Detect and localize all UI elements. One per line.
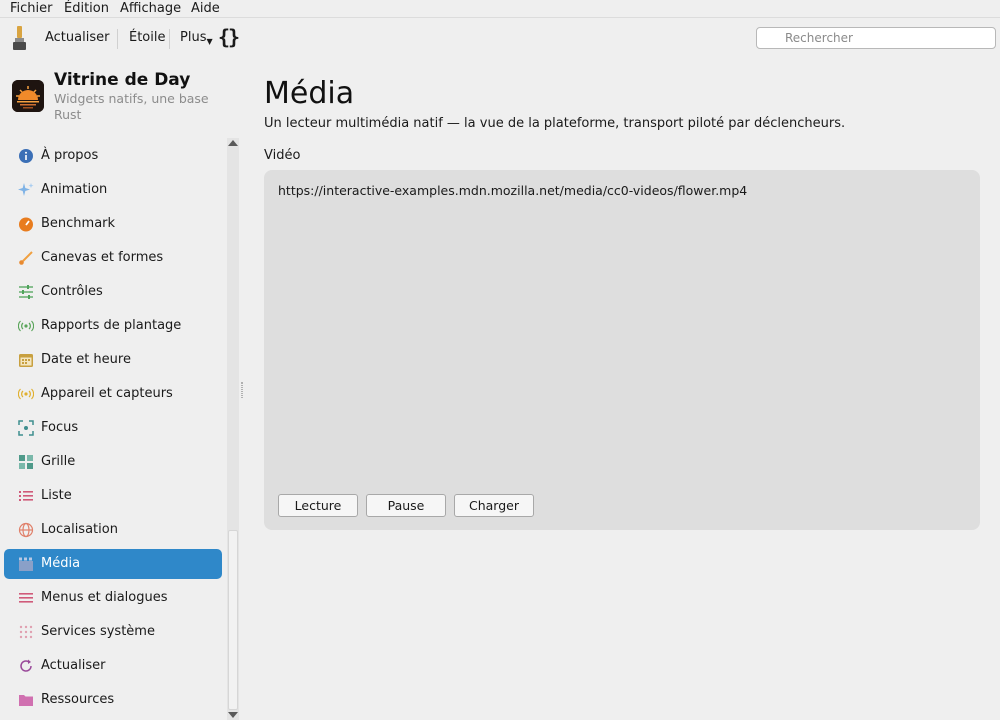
chevron-down-icon: ▼ <box>206 37 213 46</box>
sidebar-scrollbar[interactable] <box>227 138 239 720</box>
globe-icon <box>18 522 34 538</box>
focus-icon <box>18 420 34 436</box>
sidebar-item-label: Canevas et formes <box>41 250 164 265</box>
sidebar-item-label: Focus <box>41 420 79 435</box>
sidebar-item-canevas[interactable]: Canevas et formes <box>4 243 222 273</box>
sidebar-item-label: Actualiser <box>41 658 106 673</box>
sidebar-item-controles[interactable]: Contrôles <box>4 277 222 307</box>
play-button[interactable]: Lecture <box>278 494 358 517</box>
sidebar-item-label: Date et heure <box>41 352 131 367</box>
sidebar-item-label: Ressources <box>41 692 115 707</box>
section-label-video: Vidéo <box>264 148 301 163</box>
dots-grid-icon <box>18 624 34 640</box>
sidebar-item-label: Contrôles <box>41 284 103 299</box>
app-title: Vitrine de Day <box>54 70 191 90</box>
search-input[interactable] <box>756 27 996 49</box>
info-icon <box>18 148 34 164</box>
sidebar-item-services[interactable]: Services système <box>4 617 222 647</box>
sidebar-item-label: Liste <box>41 488 72 503</box>
braces-icon[interactable]: {} <box>218 25 240 49</box>
toolbar: Actualiser Étoile Plus▼ {} <box>0 19 1000 59</box>
refresh-icon <box>18 658 34 674</box>
sidebar-item-grille[interactable]: Grille <box>4 447 222 477</box>
sidebar-item-label: Services système <box>41 624 155 639</box>
folder-icon <box>18 692 34 708</box>
brush-icon[interactable] <box>10 26 30 52</box>
sidebar-item-label: Localisation <box>41 522 118 537</box>
toolbar-separator <box>169 29 170 49</box>
grid-icon <box>18 454 34 470</box>
sidebar-item-label: Menus et dialogues <box>41 590 168 605</box>
gauge-icon <box>18 216 34 232</box>
pane-splitter-handle[interactable] <box>241 382 243 398</box>
sunset-logo-icon <box>12 80 44 112</box>
sidebar-item-label: Rapports de plantage <box>41 318 182 333</box>
menubar: Fichier Édition Affichage Aide <box>0 0 1000 18</box>
scroll-down-arrow-icon[interactable] <box>228 712 238 718</box>
sidebar-item-actualiser[interactable]: Actualiser <box>4 651 222 681</box>
more-label: Plus <box>180 30 207 45</box>
sidebar-item-label: Média <box>41 556 81 571</box>
sparkle-icon <box>18 182 34 198</box>
menu-edition[interactable]: Édition <box>64 1 109 16</box>
sidebar-item-localisation[interactable]: Localisation <box>4 515 222 545</box>
sidebar-item-date[interactable]: Date et heure <box>4 345 222 375</box>
refresh-button[interactable]: Actualiser <box>45 30 109 45</box>
sidebar-item-label: Benchmark <box>41 216 116 231</box>
sidebar-item-menus[interactable]: Menus et dialogues <box>4 583 222 613</box>
star-button[interactable]: Étoile <box>129 30 166 45</box>
menu-fichier[interactable]: Fichier <box>10 1 53 16</box>
list-icon <box>18 488 34 504</box>
sidebar-nav: À propos Animation Benchmark Canevas et … <box>0 138 226 720</box>
sliders-icon <box>18 284 34 300</box>
scroll-up-arrow-icon[interactable] <box>228 140 238 146</box>
scrollbar-thumb[interactable] <box>228 530 238 710</box>
load-button[interactable]: Charger <box>454 494 534 517</box>
sidebar-item-focus[interactable]: Focus <box>4 413 222 443</box>
page-title: Média <box>264 76 355 111</box>
broadcast-icon <box>18 318 34 334</box>
sidebar-item-benchmark[interactable]: Benchmark <box>4 209 222 239</box>
sidebar-item-label: Animation <box>41 182 108 197</box>
sidebar-item-animation[interactable]: Animation <box>4 175 222 205</box>
app-header: Vitrine de Day Widgets natifs, une base … <box>0 62 240 132</box>
sidebar-item-label: À propos <box>41 148 99 163</box>
sensor-icon <box>18 386 34 402</box>
sidebar-item-appareil[interactable]: Appareil et capteurs <box>4 379 222 409</box>
video-url: https://interactive-examples.mdn.mozilla… <box>278 183 748 198</box>
sidebar-item-label: Appareil et capteurs <box>41 386 173 401</box>
sidebar-item-a-propos[interactable]: À propos <box>4 141 222 171</box>
menu-affichage[interactable]: Affichage <box>120 1 181 16</box>
sidebar-item-ressources[interactable]: Ressources <box>4 685 222 715</box>
sidebar-item-liste[interactable]: Liste <box>4 481 222 511</box>
menu-icon <box>18 590 34 606</box>
brush-icon <box>18 250 34 266</box>
sidebar-item-label: Grille <box>41 454 76 469</box>
pause-button[interactable]: Pause <box>366 494 446 517</box>
sidebar-item-rapports[interactable]: Rapports de plantage <box>4 311 222 341</box>
toolbar-separator <box>117 29 118 49</box>
calendar-icon <box>18 352 34 368</box>
app-subtitle: Widgets natifs, une base Rust <box>54 91 209 122</box>
page-description: Un lecteur multimédia natif — la vue de … <box>264 116 846 131</box>
clapper-icon <box>18 556 34 572</box>
video-player[interactable]: https://interactive-examples.mdn.mozilla… <box>264 170 980 530</box>
more-button[interactable]: Plus▼ <box>180 30 213 46</box>
menu-aide[interactable]: Aide <box>191 1 220 16</box>
sidebar-item-media[interactable]: Média <box>4 549 222 579</box>
